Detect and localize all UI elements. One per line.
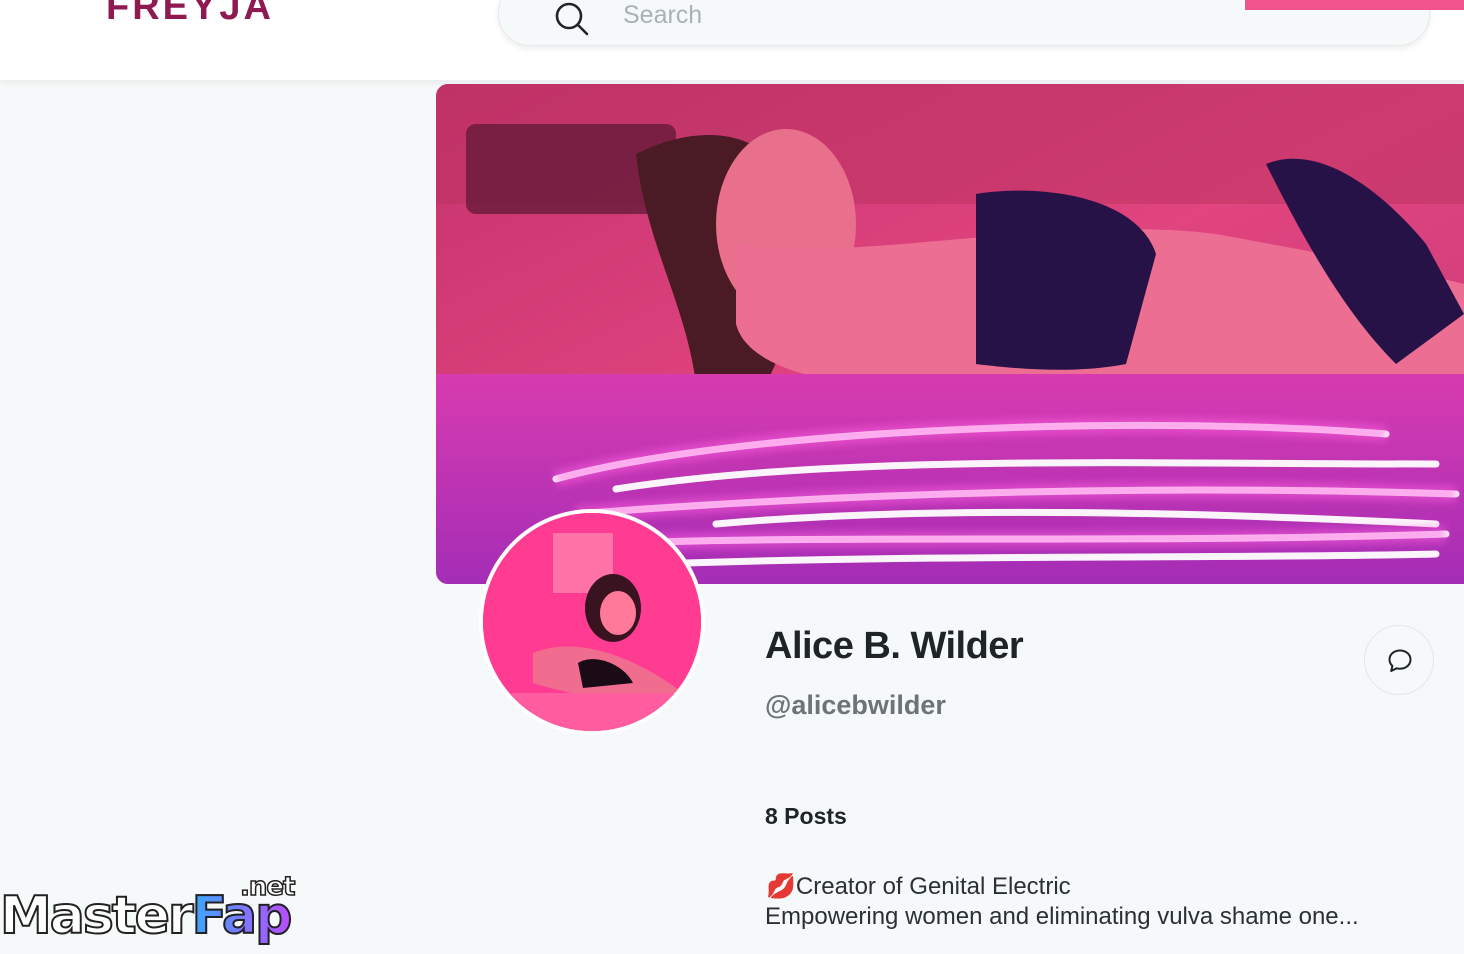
top-navigation-bar: FREYJA [0, 0, 1464, 81]
site-watermark: MasterFap .net [0, 871, 305, 954]
profile-display-name: Alice B. Wilder [765, 625, 1024, 667]
bio-text-1: Creator of Genital Electric [795, 873, 1071, 900]
search-input[interactable] [621, 0, 1225, 31]
watermark-suffix: .net [239, 871, 296, 903]
profile-bio-line-1: 💋Creator of Genital Electric [766, 872, 1071, 901]
kiss-lips-icon: 💋 [766, 873, 796, 900]
chat-bubble-icon [1388, 649, 1412, 672]
profile-handle: @alicebwilder [765, 690, 946, 720]
message-button[interactable] [1364, 625, 1434, 695]
posts-count: 8 Posts [765, 803, 847, 829]
freyja-logo[interactable]: FREYJA [106, 0, 274, 26]
search-icon [555, 2, 589, 36]
sign-up-button[interactable] [1245, 0, 1464, 10]
profile-bio-line-2: Empowering women and eliminating vulva s… [765, 903, 1359, 930]
profile-avatar[interactable] [479, 509, 705, 735]
